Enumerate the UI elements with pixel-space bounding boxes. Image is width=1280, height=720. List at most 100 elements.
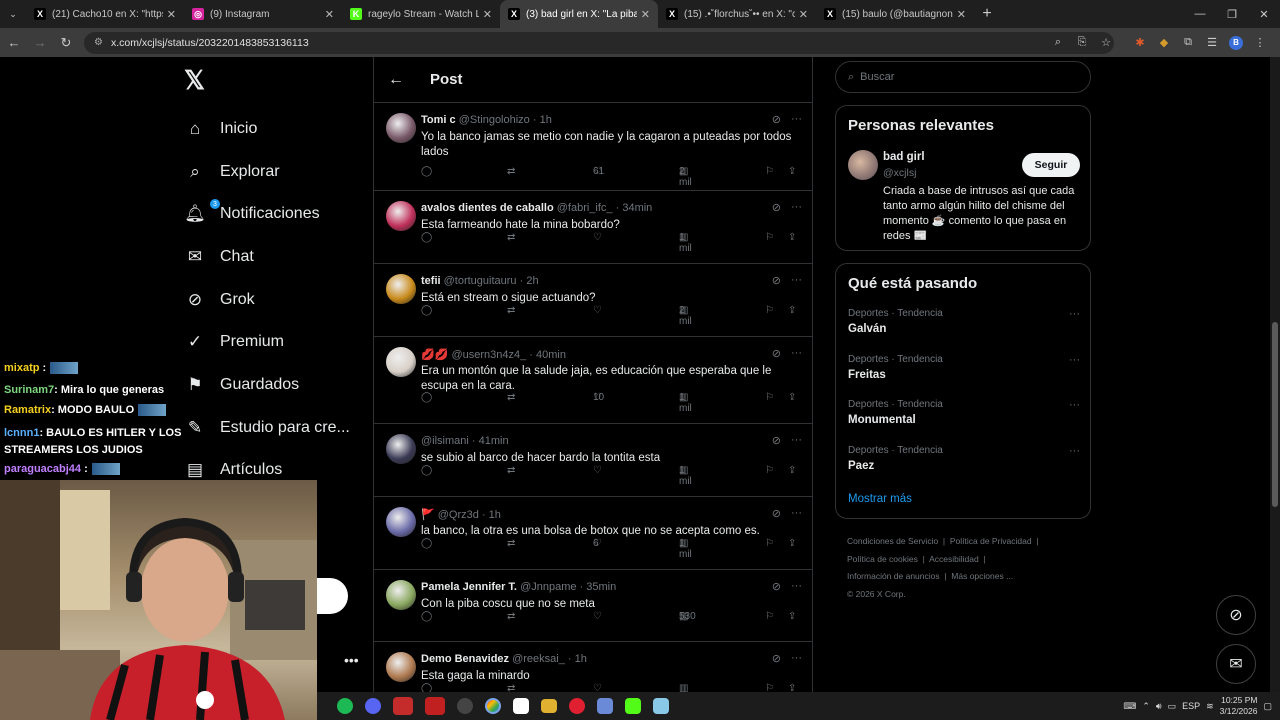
grok-float-button[interactable]: ⊘ xyxy=(1216,595,1256,635)
post-time[interactable]: 1h xyxy=(575,653,587,665)
forward-icon[interactable]: → xyxy=(28,31,52,55)
zoom-icon[interactable]: ⌕ xyxy=(1046,32,1070,54)
reply-post[interactable]: Tomi c @Stingolohizo · 1h ⊘ ··· Yo la ba… xyxy=(374,103,812,191)
spotify-icon[interactable] xyxy=(337,698,353,714)
avatar[interactable] xyxy=(386,580,416,610)
post-time[interactable]: 41min xyxy=(479,435,509,447)
author-handle[interactable]: @reeksai_ xyxy=(512,653,565,665)
reply-post[interactable]: 🚩 @Qrz3d · 1h ⊘ ··· la banco, la otra es… xyxy=(374,497,812,570)
author-handle[interactable]: @usern3n4z4_ xyxy=(451,349,526,361)
app-icon[interactable] xyxy=(653,698,669,714)
author-handle[interactable]: @tortuguitauru xyxy=(444,275,517,287)
bookmark-icon[interactable]: ⚐ xyxy=(765,392,774,403)
page-scrollbar[interactable] xyxy=(1270,57,1280,692)
share-icon[interactable]: ⇪ xyxy=(788,232,796,243)
scrollbar-thumb[interactable] xyxy=(1272,322,1278,507)
views-button[interactable]: ▥ 1 mil xyxy=(679,392,692,414)
minimize-button[interactable]: — xyxy=(1184,0,1216,28)
share-icon[interactable]: ⇪ xyxy=(788,166,796,177)
browser-tab[interactable]: X (3) bad girl en X: "La piba p ✕ xyxy=(500,0,658,28)
grok-icon[interactable]: ⊘ xyxy=(772,347,781,360)
grok-icon[interactable]: ⊘ xyxy=(772,113,781,126)
bookmark-icon[interactable]: ⚐ xyxy=(765,166,774,177)
sidebar-item-explorar[interactable]: ⌕ Explorar xyxy=(184,157,279,187)
more-icon[interactable]: ··· xyxy=(791,201,802,214)
author-handle[interactable]: @Stingolohizo xyxy=(459,114,530,126)
trend-item[interactable]: Deportes · Tendencia Paez ··· xyxy=(848,445,1080,472)
keyboard-icon[interactable]: ⌨ xyxy=(1123,701,1136,712)
like-button[interactable]: ♡ 6 xyxy=(593,538,602,549)
post-time[interactable]: 35min xyxy=(586,581,616,593)
author-name[interactable]: tefii xyxy=(421,275,441,287)
new-tab-button[interactable]: + xyxy=(974,0,1000,28)
back-arrow-icon[interactable]: ← xyxy=(388,71,404,89)
bookmark-icon[interactable]: ⚐ xyxy=(765,538,774,549)
post-time[interactable]: 40min xyxy=(536,349,566,361)
post-time[interactable]: 1h xyxy=(489,509,501,521)
close-window-button[interactable]: ✕ xyxy=(1248,0,1280,28)
url-input[interactable]: ⚙ x.com/xcjlsj/status/203220148385313611… xyxy=(84,31,1114,54)
footer-link[interactable]: Política de Privacidad xyxy=(950,536,1032,546)
bookmark-icon[interactable]: ⚐ xyxy=(765,232,774,243)
reply-post[interactable]: avalos dientes de caballo @fabri_ifc_ · … xyxy=(374,191,812,264)
grok-icon[interactable]: ⊘ xyxy=(772,434,781,447)
repost-icon[interactable]: ⇄ xyxy=(507,166,515,177)
reading-list-icon[interactable]: ☰ xyxy=(1200,32,1224,54)
avatar[interactable] xyxy=(386,507,416,537)
more-icon[interactable]: ··· xyxy=(1069,445,1080,457)
post-time[interactable]: 2h xyxy=(526,275,538,287)
more-icon[interactable]: ··· xyxy=(791,347,802,360)
reply-icon[interactable]: ◯ xyxy=(421,305,432,316)
author-handle[interactable]: @fabri_ifc_ xyxy=(557,202,613,214)
close-tab-icon[interactable]: ✕ xyxy=(641,8,650,21)
browser-tab[interactable]: ◎ (9) Instagram ✕ xyxy=(184,0,342,28)
footer-link[interactable]: Accesibilidad xyxy=(929,554,979,564)
profile-name[interactable]: bad girl xyxy=(883,151,925,163)
profile-avatar[interactable]: B xyxy=(1224,32,1248,54)
reply-post[interactable]: Pamela Jennifer T. @Jnnpame · 35min ⊘ ··… xyxy=(374,570,812,642)
more-icon[interactable]: ··· xyxy=(791,507,802,520)
discord-icon[interactable] xyxy=(365,698,381,714)
repost-icon[interactable]: ⇄ xyxy=(507,538,515,549)
browser-tab[interactable]: X (15) .•˚florchus˚•• en X: "cosc ✕ xyxy=(658,0,816,28)
grok-icon[interactable]: ⊘ xyxy=(772,652,781,665)
close-tab-icon[interactable]: ✕ xyxy=(483,8,492,21)
grok-icon[interactable]: ⊘ xyxy=(772,507,781,520)
repost-icon[interactable]: ⇄ xyxy=(507,392,515,403)
footer-link[interactable]: Información de anuncios xyxy=(847,571,940,581)
reply-post[interactable]: tefii @tortuguitauru · 2h ⊘ ··· Está en … xyxy=(374,264,812,337)
app-icon[interactable] xyxy=(425,697,445,715)
repost-icon[interactable]: ⇄ xyxy=(507,305,515,316)
reply-icon[interactable]: ◯ xyxy=(421,392,432,403)
post-time[interactable]: 34min xyxy=(622,202,652,214)
network-icon[interactable]: ▭ xyxy=(1168,701,1177,712)
author-name[interactable]: avalos dientes de caballo xyxy=(421,202,554,214)
repost-icon[interactable]: ⇄ xyxy=(507,611,515,622)
clock[interactable]: 10:25 PM 3/12/2026 xyxy=(1220,695,1258,717)
avatar[interactable] xyxy=(386,434,416,464)
show-more-link[interactable]: Mostrar más xyxy=(848,493,912,505)
bookmark-icon[interactable]: ⚐ xyxy=(765,305,774,316)
extension-icon[interactable]: ✱ xyxy=(1128,32,1152,54)
reply-icon[interactable]: ◯ xyxy=(421,465,432,476)
chrome-icon[interactable] xyxy=(485,698,501,714)
grok-icon[interactable]: ⊘ xyxy=(772,274,781,287)
browser-tab[interactable]: X (15) baulo (@bautiagnone) / X ✕ xyxy=(816,0,974,28)
more-icon[interactable]: ··· xyxy=(1069,354,1080,366)
back-icon[interactable]: ← xyxy=(2,31,26,55)
app-icon[interactable] xyxy=(513,698,529,714)
more-icon[interactable]: ··· xyxy=(1069,399,1080,411)
search-input[interactable]: ⌕ Buscar xyxy=(835,61,1091,93)
wifi-icon[interactable]: ≋ xyxy=(1206,701,1214,712)
kick-icon[interactable] xyxy=(625,698,641,714)
notifications-icon[interactable]: ▢ xyxy=(1263,701,1272,712)
more-icon[interactable]: ··· xyxy=(1069,308,1080,320)
post-time[interactable]: 1h xyxy=(540,114,552,126)
language-indicator[interactable]: ESP xyxy=(1182,701,1200,711)
like-button[interactable]: ♡ xyxy=(593,305,602,316)
restore-button[interactable]: ❐ xyxy=(1216,0,1248,28)
close-tab-icon[interactable]: ✕ xyxy=(799,8,808,21)
sidebar-item-grok[interactable]: ⊘ Grok xyxy=(184,285,255,315)
extensions-puzzle-icon[interactable]: ⧉ xyxy=(1176,32,1200,54)
author-name[interactable]: Demo Benavidez xyxy=(421,653,509,665)
